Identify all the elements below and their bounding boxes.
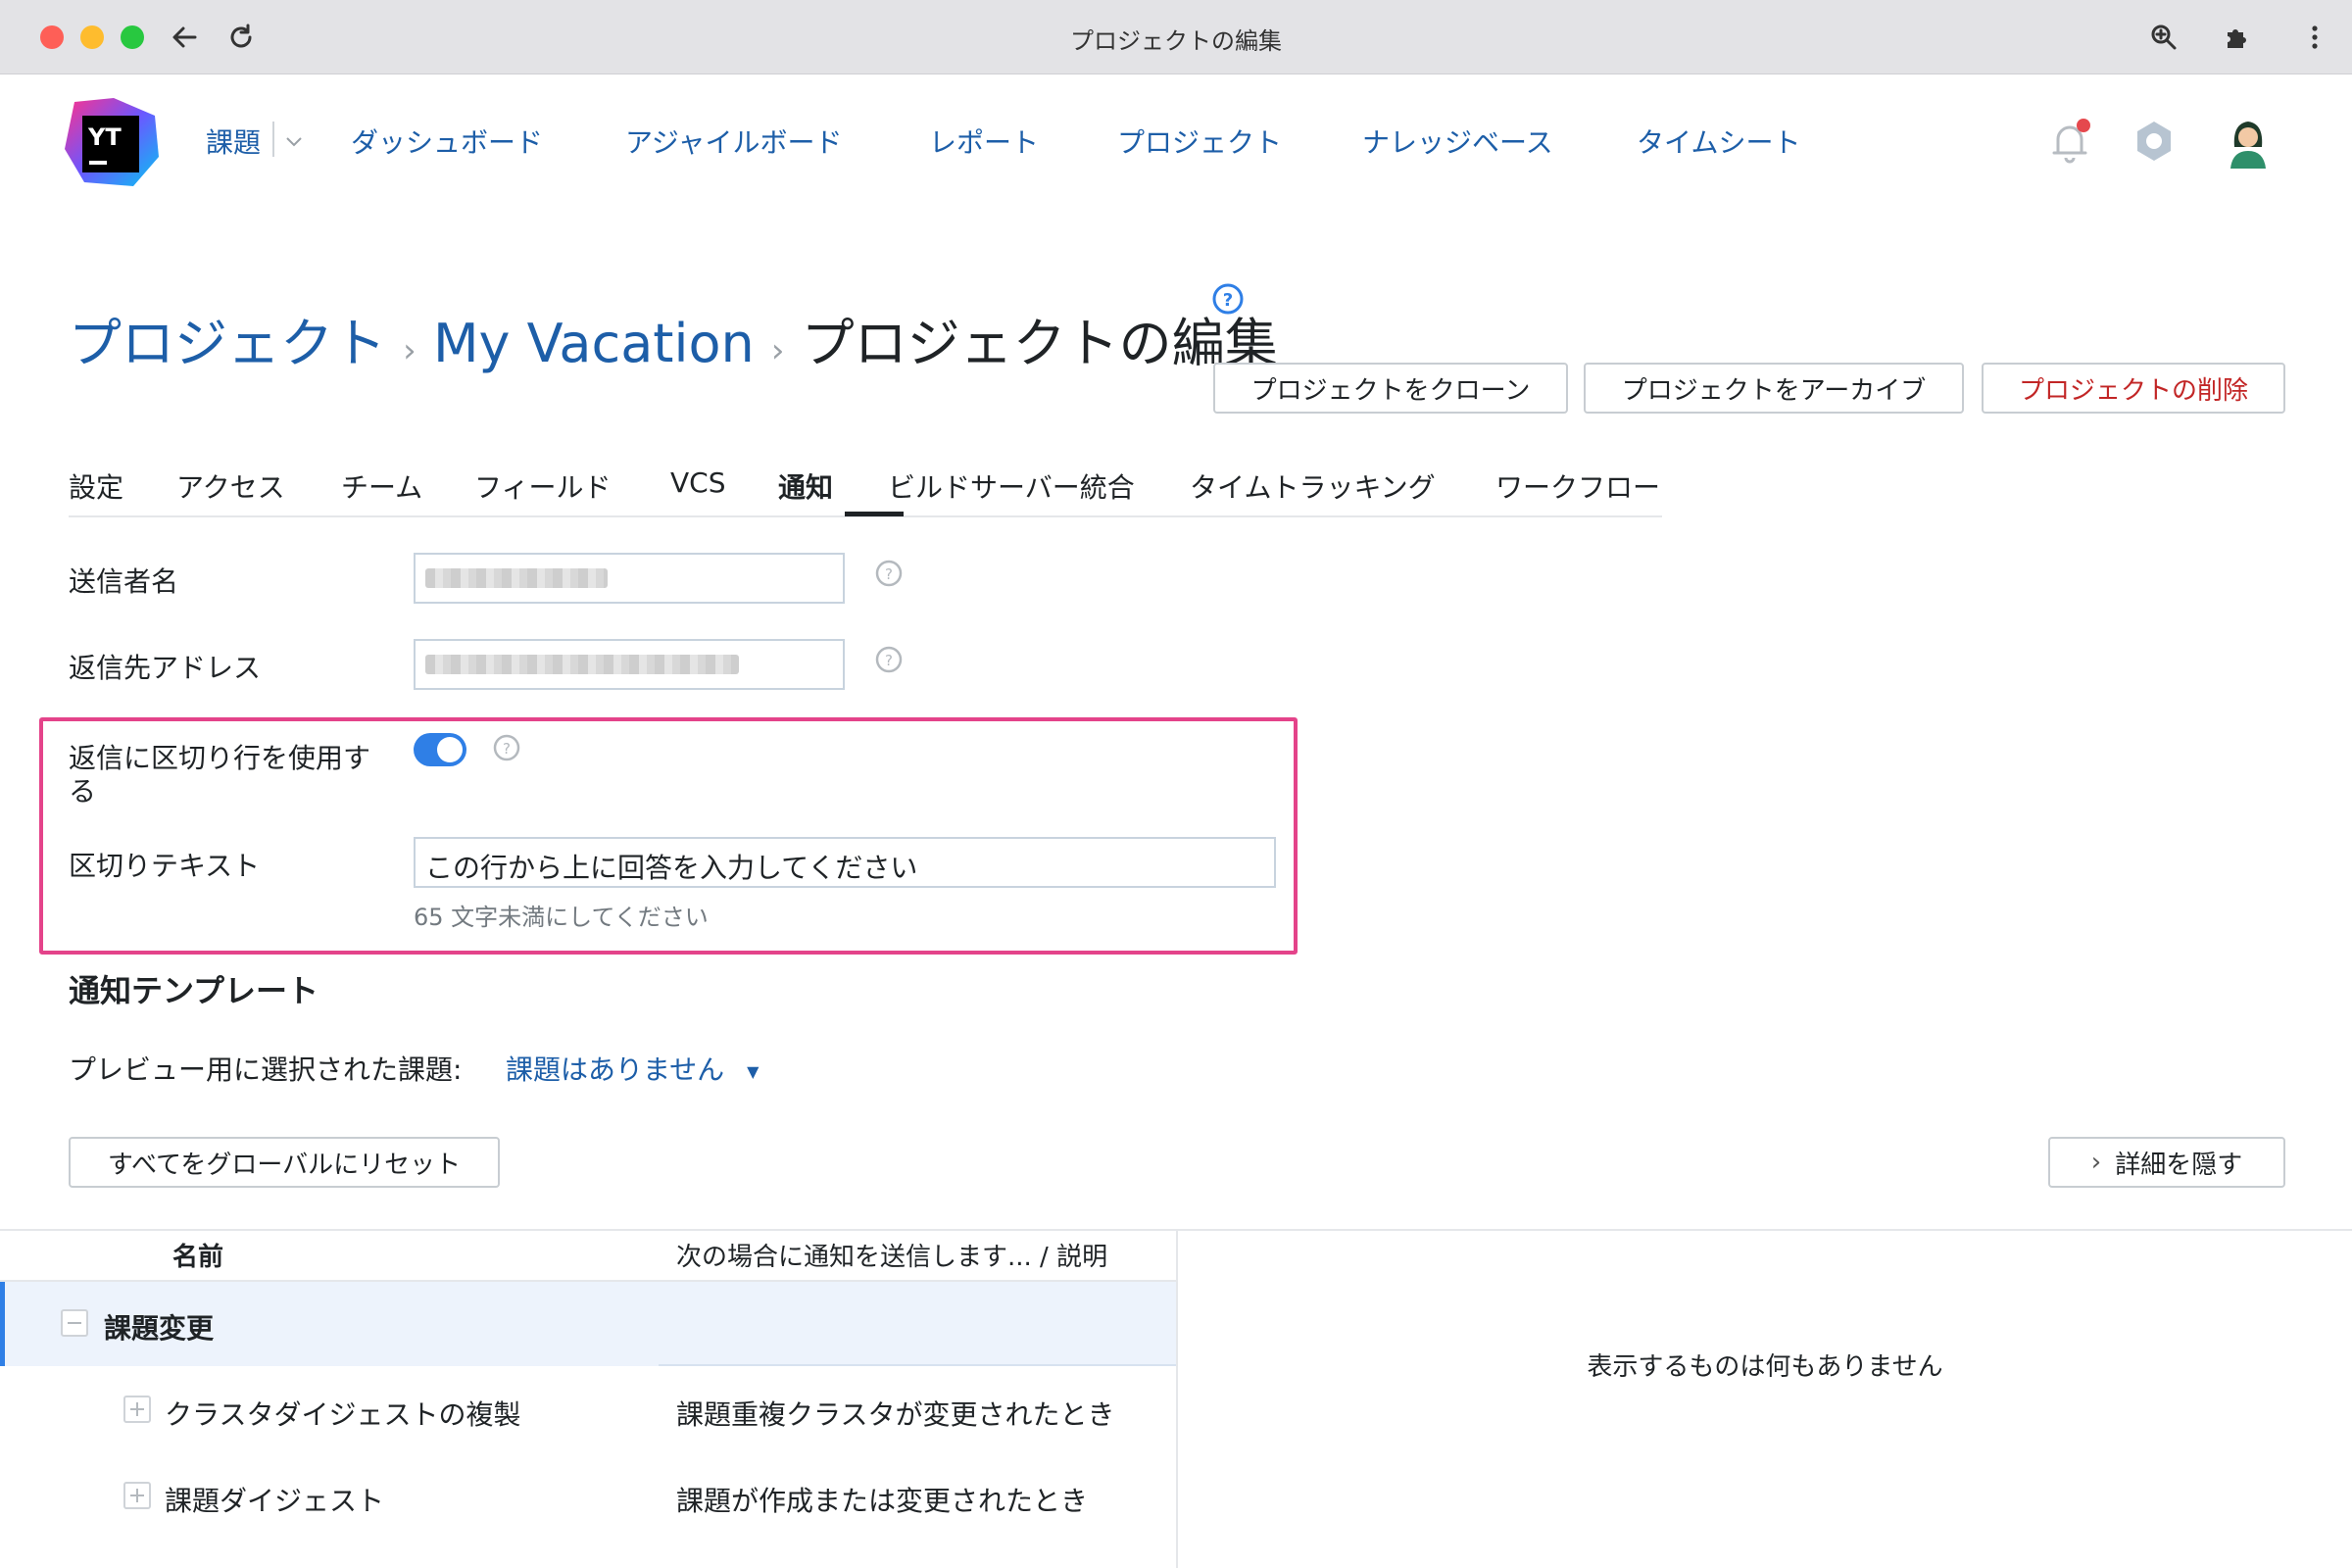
caret-down-icon: ▼ [747,1061,760,1081]
zoom-icon[interactable] [2144,18,2183,57]
details-empty-message: 表示するものは何もありません [1587,1352,1943,1382]
breadcrumb-separator: › [403,331,416,370]
nav-issues[interactable]: 課題 [206,122,261,161]
tab-team[interactable]: チーム [341,466,422,506]
separator-hint: 65 文字未満にしてください [414,904,709,931]
preview-issue-select[interactable]: 課題はありません ▼ [506,1049,759,1088]
nav-timesheets[interactable]: タイムシート [1637,122,1800,161]
tab-settings[interactable]: 設定 [69,466,123,506]
nav-projects[interactable]: プロジェクト [1117,122,1282,161]
selected-row-indicator [0,1282,5,1366]
chevron-right-icon: › [2090,1148,2102,1177]
svg-text:?: ? [885,565,893,583]
hide-details-button[interactable]: › 詳細を隠す [2048,1137,2285,1188]
sender-name-input[interactable] [414,553,845,604]
active-tab-indicator [845,512,904,516]
help-icon[interactable]: ? [1211,282,1245,319]
preview-label: プレビュー用に選択された課題: [69,1054,463,1086]
expand-icon[interactable] [123,1482,151,1509]
redacted-text [425,568,608,588]
tab-fields[interactable]: フィールド [474,466,611,506]
bell-icon[interactable] [2042,114,2097,169]
separator-text-label: 区切りテキスト [69,850,261,882]
table-row-name[interactable]: 課題ダイジェスト [165,1480,384,1519]
hide-details-label: 詳細を隠す [2115,1150,2243,1180]
table-row-description: 課題重複クラスタが変更されたとき [676,1398,1115,1431]
group-name: 課題変更 [104,1312,215,1345]
tab-vcs[interactable]: VCS [670,466,725,499]
svg-text:?: ? [503,740,511,758]
reset-to-global-button[interactable]: すべてをグローバルにリセット [69,1137,500,1188]
avatar[interactable] [2221,114,2276,169]
breadcrumb-projects[interactable]: プロジェクト [69,313,386,374]
nav-reports[interactable]: レポート [929,122,1039,161]
breadcrumb-separator: › [770,331,785,370]
settings-gear-icon[interactable] [2127,114,2181,169]
collapse-icon[interactable] [61,1309,88,1337]
browser-toolbar: プロジェクトの編集 [0,0,2352,74]
nav-separator [272,122,274,157]
row-divider [659,1364,1176,1366]
reply-to-input[interactable] [414,639,845,690]
svg-text:?: ? [885,652,893,669]
tab-notifications[interactable]: 通知 [778,466,833,506]
use-separator-label: 返信に区切り行を使用す [69,742,371,774]
help-icon[interactable]: ? [874,559,904,588]
use-separator-label-wrap: る [69,775,97,808]
redacted-text [425,655,739,674]
page-title: プロジェクトの編集 [801,313,1278,374]
table-row-description: 課題が作成または変更されたとき [676,1485,1089,1517]
column-header-name[interactable]: 名前 [172,1237,223,1273]
help-icon[interactable]: ? [874,645,904,674]
column-header-description[interactable]: 次の場合に通知を送信します... / 説明 [676,1237,1107,1273]
use-separator-toggle[interactable] [414,733,466,766]
separator-text-input[interactable]: この行から上に回答を入力してください [414,837,1276,888]
clone-project-button[interactable]: プロジェクトをクローン [1213,363,1568,414]
reply-to-label: 返信先アドレス [69,652,262,684]
preview-issue-value: 課題はありません [506,1054,725,1086]
help-icon[interactable]: ? [492,733,521,762]
panel-divider [1176,1229,1178,1568]
project-tabs: 設定 アクセス チーム フィールド VCS 通知 ビルドサーバー統合 タイムトラ… [69,461,1662,517]
tab-time-tracking[interactable]: タイムトラッキング [1190,466,1436,506]
chevron-down-icon[interactable] [284,133,304,153]
nav-agile-board[interactable]: アジャイルボード [625,122,842,161]
nav-dashboard[interactable]: ダッシュボード [351,122,543,161]
toggle-knob [437,737,463,762]
templates-heading: 通知テンプレート [69,972,319,1009]
sender-name-label: 送信者名 [69,565,179,598]
archive-project-button[interactable]: プロジェクトをアーカイブ [1584,363,1964,414]
nav-knowledge-base[interactable]: ナレッジベース [1362,122,1553,161]
tab-access[interactable]: アクセス [176,466,285,506]
window-title: プロジェクトの編集 [1070,27,1282,55]
extensions-icon[interactable] [2217,18,2256,57]
table-row-name[interactable]: クラスタダイジェストの複製 [165,1394,520,1433]
breadcrumb-project[interactable]: My Vacation [433,313,755,374]
tab-build-server[interactable]: ビルドサーバー統合 [888,466,1135,506]
delete-project-button[interactable]: プロジェクトの削除 [1982,363,2285,414]
tab-workflow[interactable]: ワークフロー [1495,466,1660,506]
expand-icon[interactable] [123,1396,151,1423]
svg-text:?: ? [1223,290,1233,311]
more-vertical-icon[interactable] [2295,18,2334,57]
youtrack-logo[interactable]: YT [65,98,159,188]
logo-text: YT [87,123,122,151]
